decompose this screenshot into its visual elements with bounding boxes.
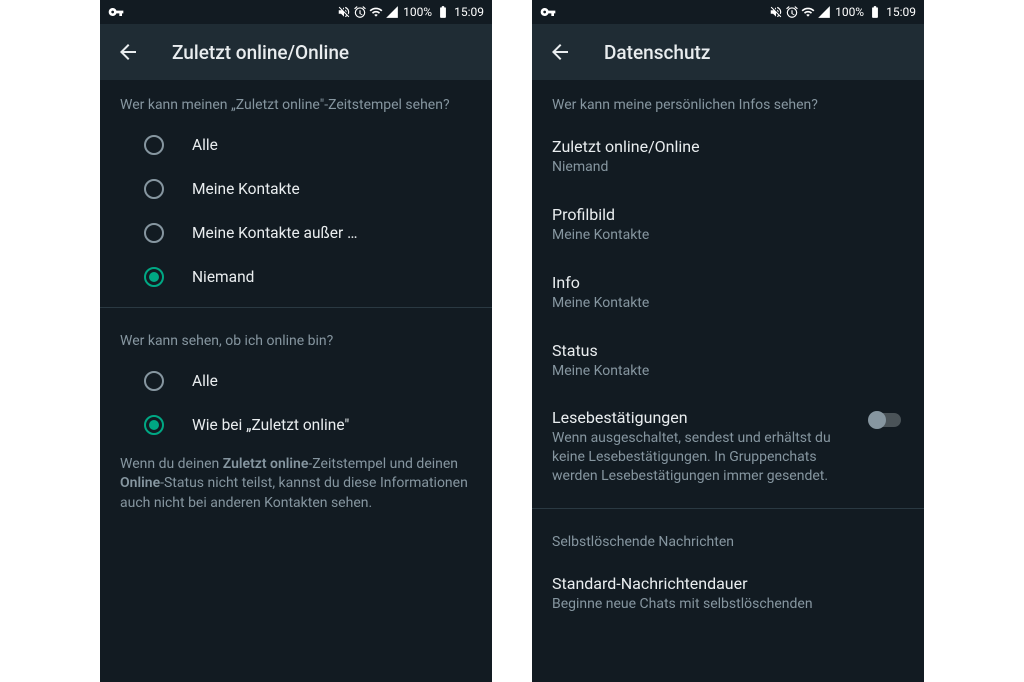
signal-icon xyxy=(817,5,831,19)
radio-option-nobody[interactable]: Niemand xyxy=(100,255,492,299)
status-bar: 100% 15:09 xyxy=(532,0,924,24)
radio-icon xyxy=(144,267,164,287)
radio-label: Wie bei „Zuletzt online" xyxy=(192,416,349,434)
radio-icon xyxy=(144,223,164,243)
list-item-title: Status xyxy=(552,341,904,360)
divider xyxy=(100,307,492,308)
page-title: Datenschutz xyxy=(604,41,710,64)
mute-icon xyxy=(769,5,783,19)
radio-label: Meine Kontakte außer … xyxy=(192,224,357,242)
radio-label: Alle xyxy=(192,372,218,390)
arrow-back-icon xyxy=(548,40,572,64)
list-item-subtitle: Meine Kontakte xyxy=(552,362,904,381)
section-header-disappearing: Selbstlöschende Nachrichten xyxy=(532,517,924,560)
battery-icon xyxy=(868,5,882,19)
radio-label: Meine Kontakte xyxy=(192,180,300,198)
phone-screen-last-seen: 100% 15:09 Zuletzt online/Online Wer kan… xyxy=(100,0,492,682)
info-text: Wenn du deinen Zuletzt online-Zeitstempe… xyxy=(100,447,492,530)
section-header-personal-info: Wer kann meine persönlichen Infos sehen? xyxy=(532,80,924,123)
list-item-subtitle: Niemand xyxy=(552,158,904,177)
battery-percent: 100% xyxy=(403,5,432,19)
divider xyxy=(532,508,924,509)
list-item-title: Lesebestätigungen xyxy=(552,408,856,427)
list-item-title: Standard-Nachrichtendauer xyxy=(552,574,904,593)
content-area: Wer kann meinen „Zuletzt online"-Zeitste… xyxy=(100,80,492,682)
vpn-key-icon xyxy=(540,4,556,20)
mute-icon xyxy=(337,5,351,19)
radio-option-contacts[interactable]: Meine Kontakte xyxy=(100,167,492,211)
list-item-title: Info xyxy=(552,273,904,292)
battery-percent: 100% xyxy=(835,5,864,19)
alarm-icon xyxy=(785,5,799,19)
wifi-icon xyxy=(369,5,383,19)
content-area: Wer kann meine persönlichen Infos sehen?… xyxy=(532,80,924,682)
battery-icon xyxy=(436,5,450,19)
section-header-last-seen: Wer kann meinen „Zuletzt online"-Zeitste… xyxy=(100,80,492,123)
app-bar: Datenschutz xyxy=(532,24,924,80)
radio-option-everyone[interactable]: Alle xyxy=(100,123,492,167)
page-title: Zuletzt online/Online xyxy=(172,41,349,64)
clock-time: 15:09 xyxy=(454,5,484,19)
list-item-subtitle: Meine Kontakte xyxy=(552,226,904,245)
arrow-back-icon xyxy=(116,40,140,64)
list-item-default-timer[interactable]: Standard-Nachrichtendauer Beginne neue C… xyxy=(532,560,924,628)
clock-time: 15:09 xyxy=(886,5,916,19)
radio-icon xyxy=(144,371,164,391)
list-item-profile-pic[interactable]: Profilbild Meine Kontakte xyxy=(532,191,924,259)
signal-icon xyxy=(385,5,399,19)
radio-label: Niemand xyxy=(192,268,254,286)
alarm-icon xyxy=(353,5,367,19)
list-item-subtitle: Beginne neue Chats mit selbstlöschenden xyxy=(552,595,904,614)
list-item-last-seen[interactable]: Zuletzt online/Online Niemand xyxy=(532,123,924,191)
wifi-icon xyxy=(801,5,815,19)
radio-icon xyxy=(144,135,164,155)
radio-icon xyxy=(144,415,164,435)
list-item-subtitle: Meine Kontakte xyxy=(552,294,904,313)
list-item-about[interactable]: Info Meine Kontakte xyxy=(532,259,924,327)
phone-screen-privacy: 100% 15:09 Datenschutz Wer kann meine pe… xyxy=(532,0,924,682)
read-receipts-toggle[interactable] xyxy=(868,410,904,430)
radio-option-contacts-except[interactable]: Meine Kontakte außer … xyxy=(100,211,492,255)
back-button[interactable] xyxy=(108,32,148,72)
list-item-status[interactable]: Status Meine Kontakte xyxy=(532,327,924,395)
list-item-subtitle: Wenn ausgeschaltet, sendest und erhältst… xyxy=(552,429,856,486)
list-item-read-receipts[interactable]: Lesebestätigungen Wenn ausgeschaltet, se… xyxy=(532,394,924,500)
status-bar: 100% 15:09 xyxy=(100,0,492,24)
list-item-title: Zuletzt online/Online xyxy=(552,137,904,156)
section-header-online: Wer kann sehen, ob ich online bin? xyxy=(100,316,492,359)
radio-label: Alle xyxy=(192,136,218,154)
radio-option-online-same[interactable]: Wie bei „Zuletzt online" xyxy=(100,403,492,447)
app-bar: Zuletzt online/Online xyxy=(100,24,492,80)
back-button[interactable] xyxy=(540,32,580,72)
radio-icon xyxy=(144,179,164,199)
radio-option-online-everyone[interactable]: Alle xyxy=(100,359,492,403)
list-item-title: Profilbild xyxy=(552,205,904,224)
vpn-key-icon xyxy=(108,4,124,20)
